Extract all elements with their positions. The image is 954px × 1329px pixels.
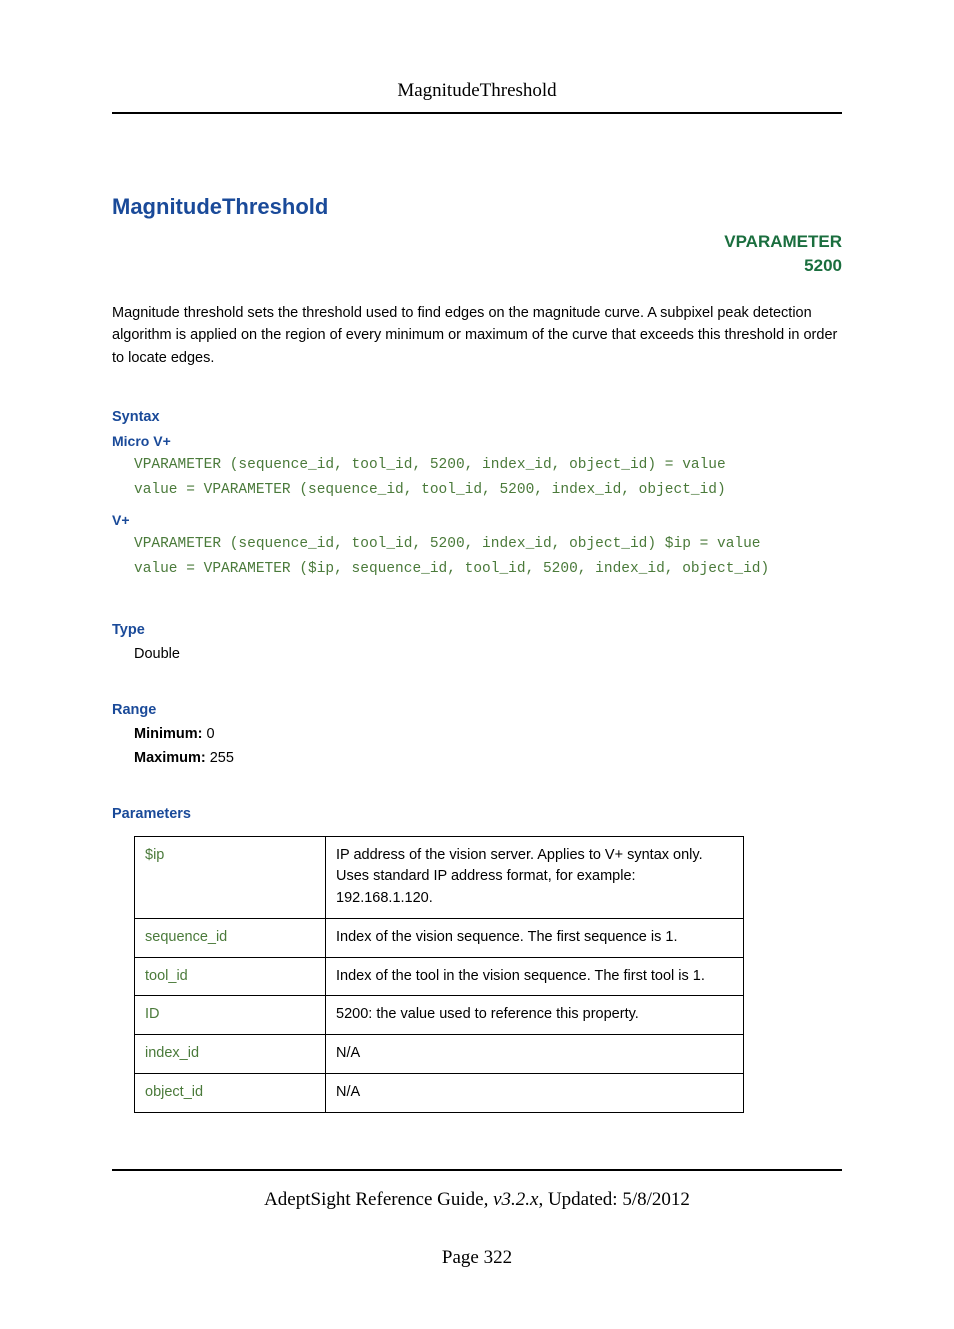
- vplus-heading: V+: [112, 512, 842, 528]
- param-desc: Index of the vision sequence. The first …: [326, 918, 744, 957]
- vplus-code: VPARAMETER (sequence_id, tool_id, 5200, …: [134, 532, 842, 581]
- param-name: tool_id: [135, 957, 326, 996]
- micro-vplus-heading: Micro V+: [112, 433, 842, 449]
- syntax-heading: Syntax: [112, 409, 842, 425]
- min-value: 0: [202, 726, 214, 742]
- param-desc: IP address of the vision server. Applies…: [326, 836, 744, 918]
- footer-guide: AdeptSight Reference Guide: [264, 1189, 483, 1210]
- param-name: ID: [135, 996, 326, 1035]
- range-minimum: Minimum: 0: [134, 726, 842, 742]
- table-row: tool_id Index of the tool in the vision …: [135, 957, 744, 996]
- footer-rule: [112, 1169, 842, 1171]
- param-name: index_id: [135, 1035, 326, 1074]
- table-row: sequence_id Index of the vision sequence…: [135, 918, 744, 957]
- footer-updated-sep: , Updated:: [538, 1189, 622, 1210]
- type-value: Double: [134, 646, 842, 662]
- footer-version: v3.2.x: [493, 1189, 538, 1210]
- param-desc: 5200: the value used to reference this p…: [326, 996, 744, 1035]
- max-label: Maximum:: [134, 750, 206, 766]
- page-title: MagnitudeThreshold: [112, 194, 328, 220]
- param-name: object_id: [135, 1073, 326, 1112]
- micro-vplus-code: VPARAMETER (sequence_id, tool_id, 5200, …: [134, 453, 842, 502]
- type-heading: Type: [112, 622, 842, 638]
- parameters-heading: Parameters: [112, 806, 842, 822]
- description-text: Magnitude threshold sets the threshold u…: [112, 302, 842, 369]
- header-title: MagnitudeThreshold: [112, 80, 842, 114]
- min-label: Minimum:: [134, 726, 202, 742]
- vparam-code: 5200: [804, 256, 842, 275]
- vparam-label: VPARAMETER: [724, 232, 842, 251]
- param-desc: Index of the tool in the vision sequence…: [326, 957, 744, 996]
- parameters-table: $ip IP address of the vision server. App…: [134, 836, 744, 1113]
- max-value: 255: [206, 750, 234, 766]
- table-row: object_id N/A: [135, 1073, 744, 1112]
- footer-text: AdeptSight Reference Guide, v3.2.x, Upda…: [112, 1189, 842, 1211]
- param-name: sequence_id: [135, 918, 326, 957]
- table-row: $ip IP address of the vision server. App…: [135, 836, 744, 918]
- table-row: index_id N/A: [135, 1035, 744, 1074]
- table-row: ID 5200: the value used to reference thi…: [135, 996, 744, 1035]
- footer-sep: ,: [484, 1189, 494, 1210]
- param-desc: N/A: [326, 1035, 744, 1074]
- vparameter-badge: VPARAMETER 5200: [112, 230, 842, 278]
- param-name: $ip: [135, 836, 326, 918]
- footer-date: 5/8/2012: [622, 1189, 690, 1210]
- param-desc: N/A: [326, 1073, 744, 1112]
- range-maximum: Maximum: 255: [134, 750, 842, 766]
- range-heading: Range: [112, 702, 842, 718]
- page-number: Page 322: [112, 1247, 842, 1269]
